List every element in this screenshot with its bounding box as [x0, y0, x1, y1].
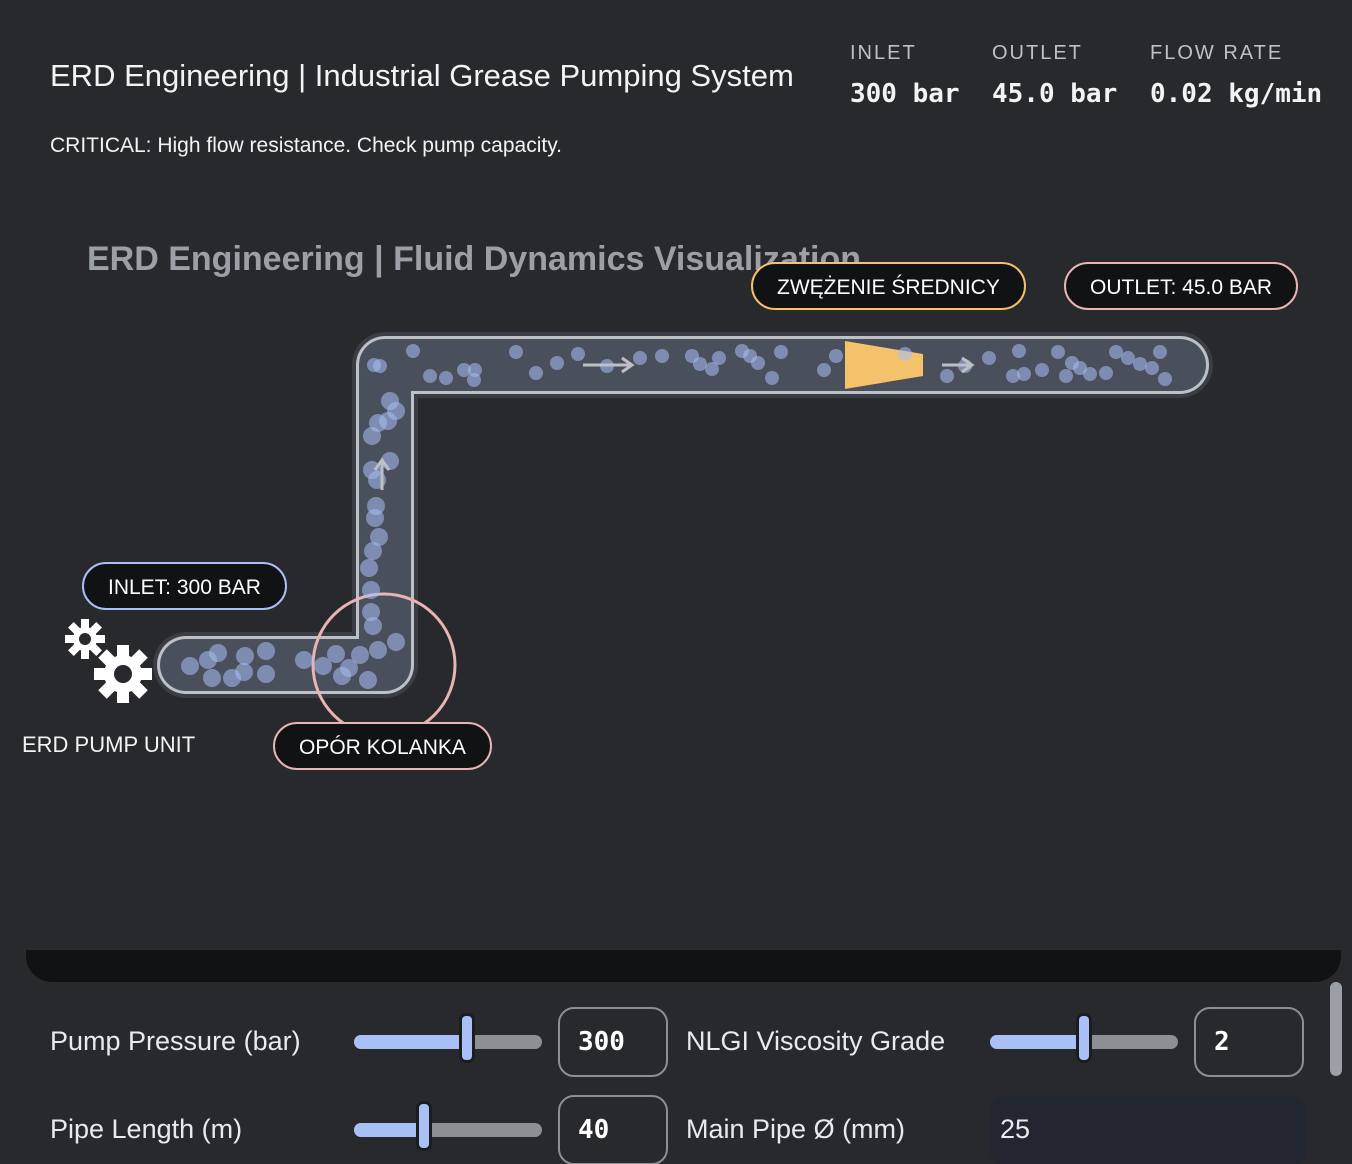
- pump-pressure-label: Pump Pressure (bar): [50, 1026, 301, 1056]
- pipe-length-label: Pipe Length (m): [50, 1114, 243, 1144]
- slider-thumb[interactable]: [1076, 1013, 1092, 1063]
- slider-fill: [354, 1035, 467, 1049]
- main-pipe-diameter-label: Main Pipe Ø (mm): [686, 1114, 906, 1144]
- main-pipe-diameter-select[interactable]: 25: [990, 1096, 1306, 1164]
- outlet-stat: OUTLET 45.0 bar: [992, 42, 1117, 109]
- app-title: ERD Engineering | Industrial Grease Pump…: [50, 58, 794, 93]
- fluid-visualization: ERD Engineering | Fluid Dynamics Visuali…: [0, 180, 1352, 950]
- nlgi-grade-slider[interactable]: [990, 1013, 1178, 1063]
- inlet-stat-value: 300 bar: [850, 79, 960, 109]
- outlet-tag: OUTLET: 45.0 BAR: [1064, 262, 1299, 310]
- nlgi-grade-input[interactable]: 2: [1194, 1007, 1304, 1077]
- slider-thumb[interactable]: [415, 1101, 432, 1151]
- pipe-interior: [160, 339, 1206, 691]
- pipe-wall: [153, 332, 1213, 698]
- slider-fill: [354, 1123, 424, 1137]
- elbow-resistance-tag: OPÓR KOLANKA: [273, 722, 492, 770]
- slider-thumb[interactable]: [458, 1013, 475, 1063]
- controls-panel: Pump Pressure (bar) 300 NLGI Viscosity G…: [0, 982, 1352, 1164]
- scrollbar[interactable]: [1330, 982, 1342, 1076]
- flow-rate-stat: FLOW RATE 0.02 kg/min: [1150, 42, 1322, 109]
- flow-rate-stat-value: 0.02 kg/min: [1150, 79, 1323, 109]
- nlgi-grade-label: NLGI Viscosity Grade: [686, 1026, 946, 1056]
- visualization-footer-bar: [26, 950, 1341, 982]
- pipe-length-input[interactable]: 40: [558, 1095, 668, 1164]
- constriction-tag: ZWĘŻENIE ŚREDNICY: [751, 262, 1026, 310]
- pump-pressure-slider[interactable]: [354, 1013, 542, 1063]
- pump-unit-label: ERD PUMP UNIT: [22, 732, 196, 757]
- outlet-stat-label: OUTLET: [992, 42, 1083, 64]
- gear-icon: [65, 619, 105, 659]
- inlet-stat-label: INLET: [850, 42, 917, 64]
- gear-icon: [94, 645, 152, 703]
- pump-pressure-input[interactable]: 300: [558, 1007, 668, 1077]
- pipe-length-slider[interactable]: [354, 1101, 542, 1151]
- pipe-outline: [157, 336, 1209, 694]
- header: ERD Engineering | Industrial Grease Pump…: [0, 0, 1352, 180]
- critical-alert: CRITICAL: High flow resistance. Check pu…: [50, 134, 562, 157]
- slider-fill: [990, 1035, 1084, 1049]
- inlet-stat: INLET 300 bar: [850, 42, 960, 109]
- outlet-stat-value: 45.0 bar: [992, 79, 1118, 109]
- flow-rate-stat-label: FLOW RATE: [1150, 42, 1284, 64]
- inlet-tag: INLET: 300 BAR: [82, 562, 287, 610]
